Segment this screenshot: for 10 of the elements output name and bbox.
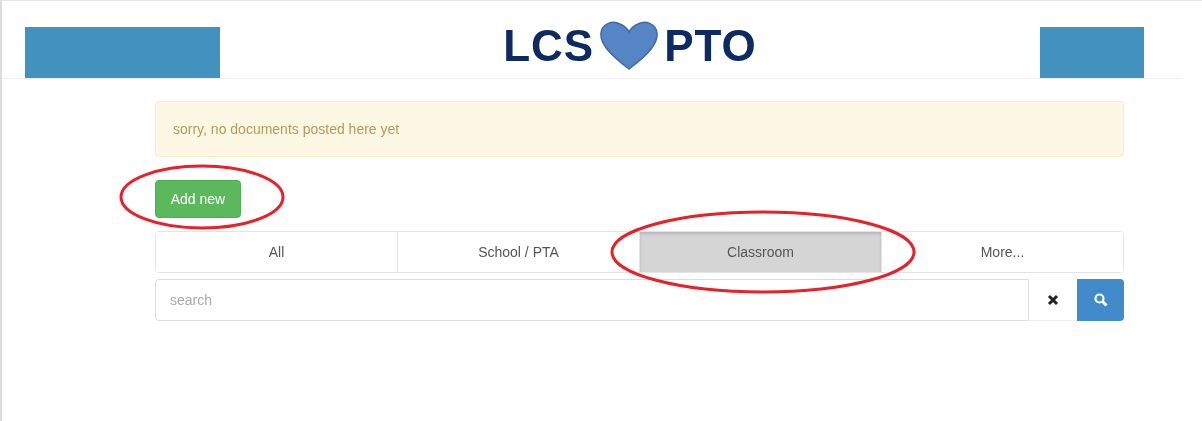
tab[interactable]: Classroom [640, 232, 882, 272]
tab[interactable]: All [156, 232, 398, 272]
search-field[interactable]: search [155, 279, 1029, 321]
alert-message: sorry, no documents posted here yet [155, 101, 1124, 157]
search-icon [1093, 293, 1108, 307]
heart-icon [598, 20, 661, 71]
logo-text: PTO [664, 20, 757, 71]
search-button[interactable] [1077, 279, 1124, 321]
logo-text: LCS [503, 20, 595, 71]
close-icon [1047, 293, 1059, 306]
